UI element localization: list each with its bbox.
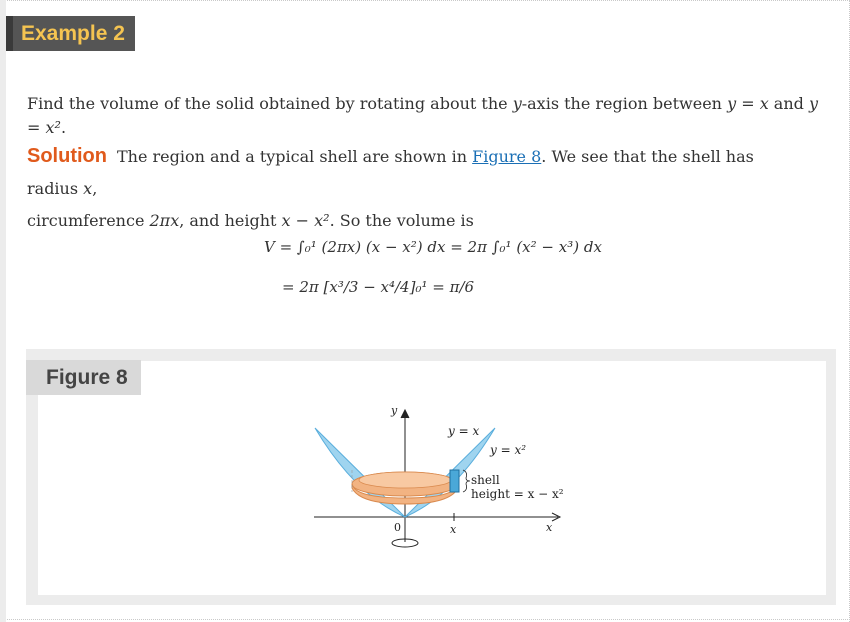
solution-text: The region and a typical shell are shown… xyxy=(116,147,473,166)
y-axis-arrow xyxy=(400,408,410,419)
height-label: height = x − x² xyxy=(471,487,564,501)
problem-text: and xyxy=(768,94,809,113)
solution-text: , xyxy=(92,179,98,198)
shell-rectangle xyxy=(449,469,460,493)
problem-statement: Find the volume of the solid obtained by… xyxy=(27,92,827,140)
math-height: x − x² xyxy=(281,211,330,230)
height-brace xyxy=(462,469,471,493)
problem-text: . xyxy=(60,118,67,137)
bowl-rim xyxy=(358,471,452,489)
problem-text: -axis the region between xyxy=(521,94,728,113)
math-y: y xyxy=(512,94,522,113)
origin-label: 0 xyxy=(394,521,401,534)
figure-badge: Figure 8 xyxy=(26,360,141,395)
solution-text: circumference xyxy=(27,211,150,230)
solution-paragraph: Solution The region and a typical shell a… xyxy=(27,140,807,237)
math-eq-line: y = x xyxy=(727,94,769,113)
left-border xyxy=(0,0,6,622)
solution-text: . So the volume is xyxy=(329,211,474,230)
bottom-border xyxy=(0,619,850,620)
line-curve-label: y = x xyxy=(447,424,479,438)
top-border xyxy=(0,0,850,1)
example-badge: Example 2 xyxy=(6,16,135,51)
problem-text: Find the volume of the solid obtained by… xyxy=(27,94,513,113)
x-tick-label: x xyxy=(450,523,457,536)
solution-label: Solution xyxy=(27,145,107,167)
x-axis-label: x xyxy=(546,521,553,534)
math-radius: x xyxy=(83,179,93,198)
parabola-curve-label: y = x² xyxy=(489,443,526,457)
figure-link[interactable]: Figure 8 xyxy=(472,147,541,166)
math-circumference: 2πx xyxy=(149,211,180,230)
y-axis-label: y xyxy=(390,404,398,417)
solution-text: , and height xyxy=(179,211,282,230)
volume-equation-line-2: = 2π [x³/3 − x⁴/4]₀¹ = π/6 xyxy=(282,278,475,296)
shell-label: shell xyxy=(471,473,500,487)
shell-diagram: y x 0 x y = x y = x² shell height = x − … xyxy=(314,404,564,548)
volume-equation-line-1: V = ∫₀¹ (2πx) (x − x²) dx = 2π ∫₀¹ (x² −… xyxy=(264,238,602,256)
